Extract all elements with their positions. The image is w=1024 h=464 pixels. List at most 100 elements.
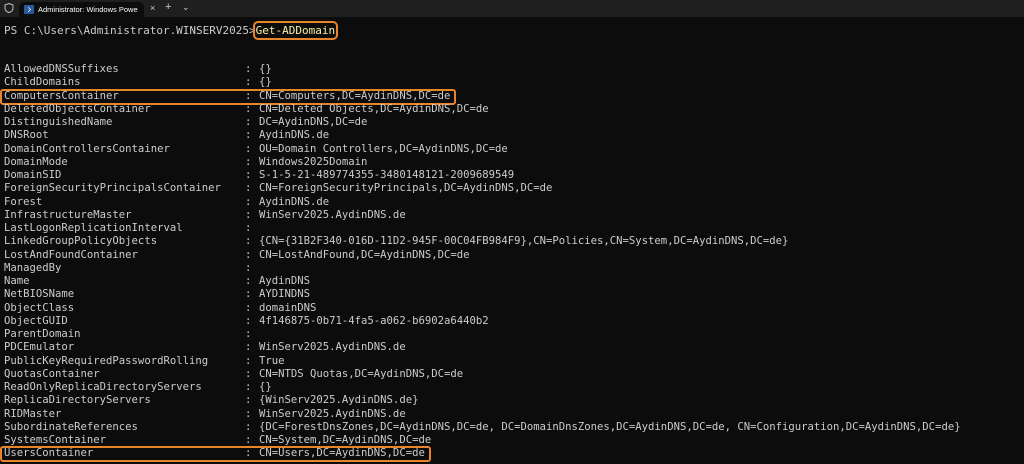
- property-name: DNSRoot: [4, 129, 49, 142]
- property-value: CN=System,DC=AydinDNS,DC=de: [259, 434, 432, 446]
- property-value: {}: [259, 63, 272, 75]
- tab-title: Administrator: Windows Powe: [38, 5, 138, 14]
- property-value: {}: [259, 381, 272, 393]
- property-row: ObjectClass: domainDNS: [4, 302, 961, 315]
- property-name: ComputersContainer: [4, 89, 119, 102]
- property-name: ChildDomains: [4, 76, 81, 89]
- property-row: Name: AydinDNS: [4, 275, 961, 288]
- property-list: AllowedDNSSuffixes:{} ChildDomains:{} Comp…: [0, 63, 961, 463]
- property-row: ForeignSecurityPrincipalsContainer: CN=Fo…: [4, 182, 961, 195]
- property-value: WinServ2025.AydinDNS.de: [259, 407, 406, 420]
- property-separator: :: [245, 434, 252, 446]
- property-separator: :: [245, 341, 252, 354]
- property-value: AYDINDNS: [259, 288, 311, 301]
- property-name: QuotasContainer: [4, 367, 100, 380]
- property-separator: :: [245, 288, 252, 301]
- property-row: DomainControllersContainer: OU=Domain Con…: [4, 143, 961, 156]
- property-name: ReadOnlyReplicaDirectoryServers: [4, 381, 202, 393]
- property-name: ManagedBy: [4, 261, 62, 274]
- property-value: CN=LostAndFound,DC=AydinDNS,DC=de: [259, 248, 470, 261]
- title-bar: Administrator: Windows Powe × + ⌄: [0, 0, 1024, 17]
- property-name: UsersContainer: [4, 447, 94, 460]
- property-separator: :: [245, 76, 252, 89]
- property-value: CN=Users,DC=AydinDNS,DC=de: [259, 447, 425, 460]
- property-row: ObjectGUID:4f146875-0b71-4fa5-a062-b6902…: [4, 315, 961, 328]
- powershell-icon: [24, 5, 34, 14]
- property-name: Forest: [4, 195, 43, 208]
- property-value: WinServ2025.AydinDNS.de: [259, 341, 406, 354]
- property-value: {CN={31B2F340-016D-11D2-945F-00C04FB984F…: [259, 235, 789, 248]
- property-name: LinkedGroupPolicyObjects: [4, 235, 158, 248]
- property-separator: :: [245, 102, 252, 115]
- property-row: Forest: AydinDNS.de: [4, 196, 961, 209]
- property-row: PDCEmulator: WinServ2025.AydinDNS.de: [4, 341, 961, 354]
- property-value: 4f146875-0b71-4fa5-a062-b6902a6440b2: [259, 314, 489, 327]
- property-row: DomainMode: Windows2025Domain: [4, 156, 961, 169]
- property-separator: :: [245, 420, 252, 433]
- property-row: SubordinateReferences: {DC=ForestDnsZones…: [4, 421, 961, 434]
- property-value: {}: [259, 76, 272, 89]
- property-row: DistinguishedName: DC=AydinDNS,DC=de: [4, 116, 961, 129]
- prompt-text: PS C:\Users\Administrator.WINSERV2025>: [4, 24, 256, 37]
- property-name: DomainSID: [4, 169, 62, 181]
- property-value: {WinServ2025.AydinDNS.de}: [259, 394, 419, 407]
- property-value: True: [259, 354, 285, 367]
- new-tab-icon[interactable]: +: [165, 1, 171, 14]
- property-row: ManagedBy:: [4, 262, 961, 275]
- property-value: OU=Domain Controllers,DC=AydinDNS,DC=de: [259, 142, 508, 155]
- property-value: AydinDNS.de: [259, 129, 330, 142]
- property-value: {DC=ForestDnsZones,DC=AydinDNS,DC=de, DC…: [259, 420, 961, 433]
- property-separator: :: [245, 367, 252, 380]
- prompt-line[interactable]: PS C:\Users\Administrator.WINSERV2025>Ge…: [4, 21, 339, 40]
- property-separator: :: [245, 129, 252, 142]
- property-value: CN=NTDS Quotas,DC=AydinDNS,DC=de: [259, 367, 464, 380]
- property-row: ComputersContainer: CN=Computers,DC=Aydin…: [0, 88, 961, 105]
- property-separator: :: [245, 235, 252, 248]
- property-row: AllowedDNSSuffixes: {}: [4, 63, 961, 76]
- property-name: LastLogonReplicationInterval: [4, 222, 183, 234]
- property-row: LastLogonReplicationInterval:: [4, 222, 961, 235]
- property-value: DC=AydinDNS,DC=de: [259, 116, 368, 128]
- tab-powershell[interactable]: Administrator: Windows Powe: [19, 2, 144, 17]
- property-separator: :: [245, 301, 252, 314]
- property-row: ChildDomains: {}: [4, 76, 961, 89]
- property-name: Name: [4, 275, 30, 287]
- property-separator: :: [245, 394, 252, 407]
- property-separator: :: [245, 354, 252, 367]
- property-separator: :: [245, 195, 252, 208]
- property-separator: :: [245, 89, 252, 102]
- property-value: Windows2025Domain: [259, 155, 368, 168]
- property-row: LinkedGroupPolicyObjects: {CN={31B2F340-0…: [4, 235, 961, 248]
- close-tab-icon[interactable]: ×: [150, 2, 155, 14]
- property-name: DomainMode: [4, 155, 68, 168]
- property-name: ObjectGUID: [4, 314, 68, 327]
- property-separator: :: [245, 407, 252, 420]
- property-row: ReplicaDirectoryServers: {WinServ2025.Ayd…: [4, 394, 961, 407]
- property-separator: :: [245, 381, 252, 393]
- property-name: AllowedDNSSuffixes: [4, 63, 119, 75]
- property-row: PublicKeyRequiredPasswordRolling: True: [4, 355, 961, 368]
- property-row: UsersContainer: CN=Users,DC=AydinDNS,DC=d…: [0, 446, 961, 463]
- property-name: DistinguishedName: [4, 116, 113, 128]
- property-row: InfrastructureMaster: WinServ2025.AydinDN…: [4, 209, 961, 222]
- property-separator: :: [245, 155, 252, 168]
- property-separator: :: [245, 182, 252, 195]
- shield-icon[interactable]: [4, 3, 14, 13]
- property-row: SystemsContainer: CN=System,DC=AydinDNS,D…: [4, 434, 961, 447]
- property-value: CN=Deleted Objects,DC=AydinDNS,DC=de: [259, 102, 489, 115]
- property-value: AydinDNS.de: [259, 195, 330, 208]
- property-separator: :: [245, 314, 252, 327]
- property-separator: :: [245, 447, 252, 460]
- chevron-down-icon[interactable]: ⌄: [182, 1, 190, 14]
- property-row: DeletedObjectsContainer: CN=Deleted Objec…: [4, 103, 961, 116]
- property-name: ObjectClass: [4, 301, 75, 314]
- property-value: WinServ2025.AydinDNS.de: [259, 208, 406, 221]
- property-separator: :: [245, 116, 252, 128]
- property-row: ParentDomain:: [4, 328, 961, 341]
- property-separator: :: [245, 208, 252, 221]
- property-value: AydinDNS: [259, 275, 311, 287]
- property-separator: :: [245, 275, 252, 287]
- property-separator: :: [245, 63, 252, 75]
- property-row: LostAndFoundContainer: CN=LostAndFound,DC…: [4, 249, 961, 262]
- property-separator: :: [245, 248, 252, 261]
